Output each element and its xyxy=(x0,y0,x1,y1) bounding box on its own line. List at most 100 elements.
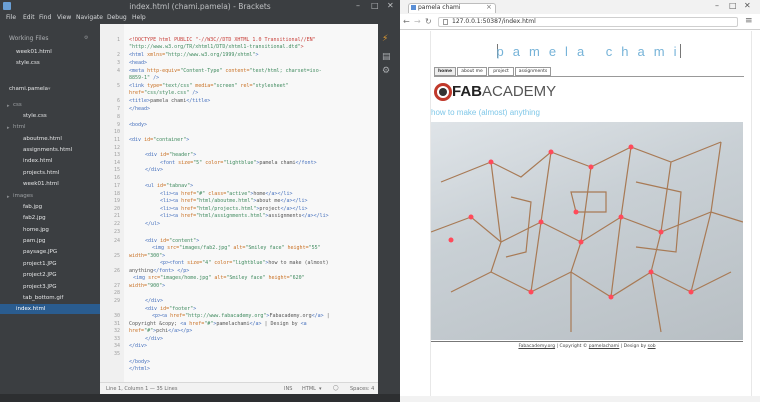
folder-chevron-icon[interactable]: ▸ xyxy=(7,103,10,109)
code-line[interactable]: <ul id="tabnav"> xyxy=(145,183,193,189)
file-project1[interactable]: project1.JPG xyxy=(23,261,57,267)
site-tab-assignments[interactable]: assignments xyxy=(515,67,551,76)
project-name[interactable]: chami.pamela xyxy=(9,86,48,92)
file-tab-bottom[interactable]: tab_bottom.gif xyxy=(23,295,63,301)
menu-debug[interactable]: Debug xyxy=(107,14,127,21)
file-home[interactable]: home.jpg xyxy=(23,227,49,233)
code-line[interactable]: <div id="footer"> xyxy=(145,306,196,312)
file-css-style[interactable]: style.css xyxy=(23,113,47,119)
live-preview-icon[interactable]: ⚡ xyxy=(382,34,388,44)
code-line[interactable]: anything</font> </p> xyxy=(129,268,189,274)
close-icon[interactable]: ✕ xyxy=(387,1,394,10)
code-line[interactable]: </div> xyxy=(145,336,163,342)
code-line[interactable]: <!DOCTYPE html PUBLIC "-//W3C//DTD XHTML… xyxy=(129,37,316,43)
code-line[interactable]: <link type="text/css" media="screen" rel… xyxy=(129,83,289,89)
code-line[interactable]: <title>pamela chami</title> xyxy=(129,98,210,104)
minimize-icon[interactable]: – xyxy=(715,1,719,10)
code-line[interactable]: </div> xyxy=(129,343,147,349)
menu-edit[interactable]: Edit xyxy=(23,14,35,21)
close-icon[interactable]: ✕ xyxy=(744,1,751,10)
menu-help[interactable]: Help xyxy=(132,14,146,21)
code-line[interactable]: href="css/style.css" /> xyxy=(129,90,198,96)
code-line[interactable]: <head> xyxy=(129,60,147,66)
code-line[interactable]: href="#">pchi</a></p> xyxy=(129,328,192,334)
code-line[interactable]: <font size="5" color="lightblue">pamela … xyxy=(160,160,317,166)
linter-icon[interactable]: ◯ xyxy=(333,385,339,391)
minimize-icon[interactable]: – xyxy=(356,1,360,10)
file-aboutme[interactable]: aboutme.html xyxy=(23,136,62,142)
code-line[interactable]: <body> xyxy=(129,122,147,128)
folder-chevron-icon[interactable]: ▸ xyxy=(7,125,10,131)
menu-navigate[interactable]: Navigate xyxy=(76,14,103,21)
code-line[interactable]: width="900"> xyxy=(129,283,165,289)
maximize-icon[interactable]: □ xyxy=(729,1,737,10)
site-tab-about[interactable]: about me xyxy=(457,67,487,76)
site-tab-project[interactable]: project xyxy=(488,67,514,76)
menu-icon[interactable]: ≡ xyxy=(745,16,753,26)
menu-file[interactable]: File xyxy=(6,14,16,21)
code-line[interactable]: <div id="header"> xyxy=(145,152,196,158)
site-tab-home[interactable]: home xyxy=(434,67,456,76)
file-project3[interactable]: project3.JPG xyxy=(23,284,57,290)
gear-icon[interactable]: ⚙ xyxy=(84,35,88,41)
footer-link-designer[interactable]: sob xyxy=(648,344,656,349)
code-line[interactable]: "http://www.w3.org/TR/xhtml1/DTD/xhtml1-… xyxy=(129,44,304,50)
chevron-down-icon[interactable]: ▾ xyxy=(48,86,51,92)
file-pam[interactable]: pam.jpg xyxy=(23,238,45,244)
chevron-down-icon[interactable]: ▾ xyxy=(319,386,322,392)
code-line[interactable]: width="300"> xyxy=(129,253,165,259)
file-index-html[interactable]: index.html xyxy=(23,158,52,164)
logo-academy: ACADEMY xyxy=(482,83,557,100)
back-icon[interactable]: ← xyxy=(403,17,410,26)
code-line[interactable]: <p><font size="4" color="lightblue">how … xyxy=(160,260,329,266)
code-line[interactable]: Copyright &copy; <a href="#">pamelachami… xyxy=(129,321,307,327)
code-line[interactable]: <img src="images/home.jpg" alt="Smiley f… xyxy=(133,275,305,281)
code-line[interactable]: <li><a href="html/projects.html">project… xyxy=(160,206,308,212)
extension-icon[interactable]: ⚙ xyxy=(382,66,390,76)
insert-mode[interactable]: INS xyxy=(284,386,292,392)
code-line[interactable]: <li><a href="#" class="active">home</a><… xyxy=(160,191,293,197)
footer-link-author[interactable]: pamelachami xyxy=(589,344,620,349)
code-line[interactable]: <li><a href="html/assignments.html">assi… xyxy=(160,213,329,219)
code-line[interactable]: </head> xyxy=(129,106,150,112)
url-text[interactable]: 127.0.0.1:50387/index.html xyxy=(452,18,536,25)
forward-icon[interactable]: → xyxy=(414,17,421,26)
file-fab2[interactable]: fab2.jpg xyxy=(23,215,46,221)
maximize-icon[interactable]: □ xyxy=(371,1,379,10)
code-line[interactable]: </div> xyxy=(145,298,163,304)
code-line[interactable]: </html> xyxy=(129,366,150,372)
code-line[interactable]: <img src="images/fab2.jpg" alt="Smiley f… xyxy=(152,245,321,251)
folder-chevron-icon[interactable]: ▸ xyxy=(7,194,10,200)
code-line[interactable]: <div id="content"> xyxy=(145,238,199,244)
file-assignments[interactable]: assignments.html xyxy=(23,147,72,153)
reload-icon[interactable]: ↻ xyxy=(425,17,432,26)
working-file-week01[interactable]: week01.html xyxy=(16,49,52,55)
file-paysage[interactable]: paysage.JPG xyxy=(23,249,57,255)
folder-css[interactable]: css xyxy=(13,102,22,108)
code-line[interactable]: <html xmlns="http://www.w3.org/1999/xhtm… xyxy=(129,52,258,58)
folder-html[interactable]: html xyxy=(13,124,26,130)
code-line[interactable]: </body> xyxy=(129,359,150,365)
extension-manager-icon[interactable]: ▤ xyxy=(382,52,391,62)
code-line[interactable]: <p><a href="http://www.fabacademy.org">F… xyxy=(152,313,330,319)
file-project2[interactable]: project2.JPG xyxy=(23,272,57,278)
working-file-style[interactable]: style.css xyxy=(16,60,40,66)
footer-link-fabacademy[interactable]: Fabacademy.org xyxy=(518,344,555,349)
tab-title[interactable]: pamela chami xyxy=(418,4,461,11)
code-line[interactable]: </ul> xyxy=(145,221,160,227)
file-week01[interactable]: week01.html xyxy=(23,181,59,187)
code-line[interactable]: <meta http-equiv="Content-Type" content=… xyxy=(129,68,322,74)
code-line[interactable]: </div> xyxy=(145,167,163,173)
code-line[interactable]: <li><a href="html/aboutme.html">about me… xyxy=(160,198,308,204)
file-projects[interactable]: projects.html xyxy=(23,170,59,176)
menu-view[interactable]: View xyxy=(57,14,71,21)
code-line[interactable]: <div id="container"> xyxy=(129,137,189,143)
file-index-selected[interactable]: index.html xyxy=(16,306,45,312)
language-select[interactable]: HTML xyxy=(302,386,316,392)
file-fab[interactable]: fab.jpg xyxy=(23,204,42,210)
folder-images[interactable]: images xyxy=(13,193,33,199)
code-line[interactable]: 8859-1" /> xyxy=(129,75,159,81)
indent-spaces[interactable]: Spaces: 4 xyxy=(350,386,374,392)
close-icon[interactable]: × xyxy=(486,3,492,11)
menu-find[interactable]: Find xyxy=(39,14,51,21)
